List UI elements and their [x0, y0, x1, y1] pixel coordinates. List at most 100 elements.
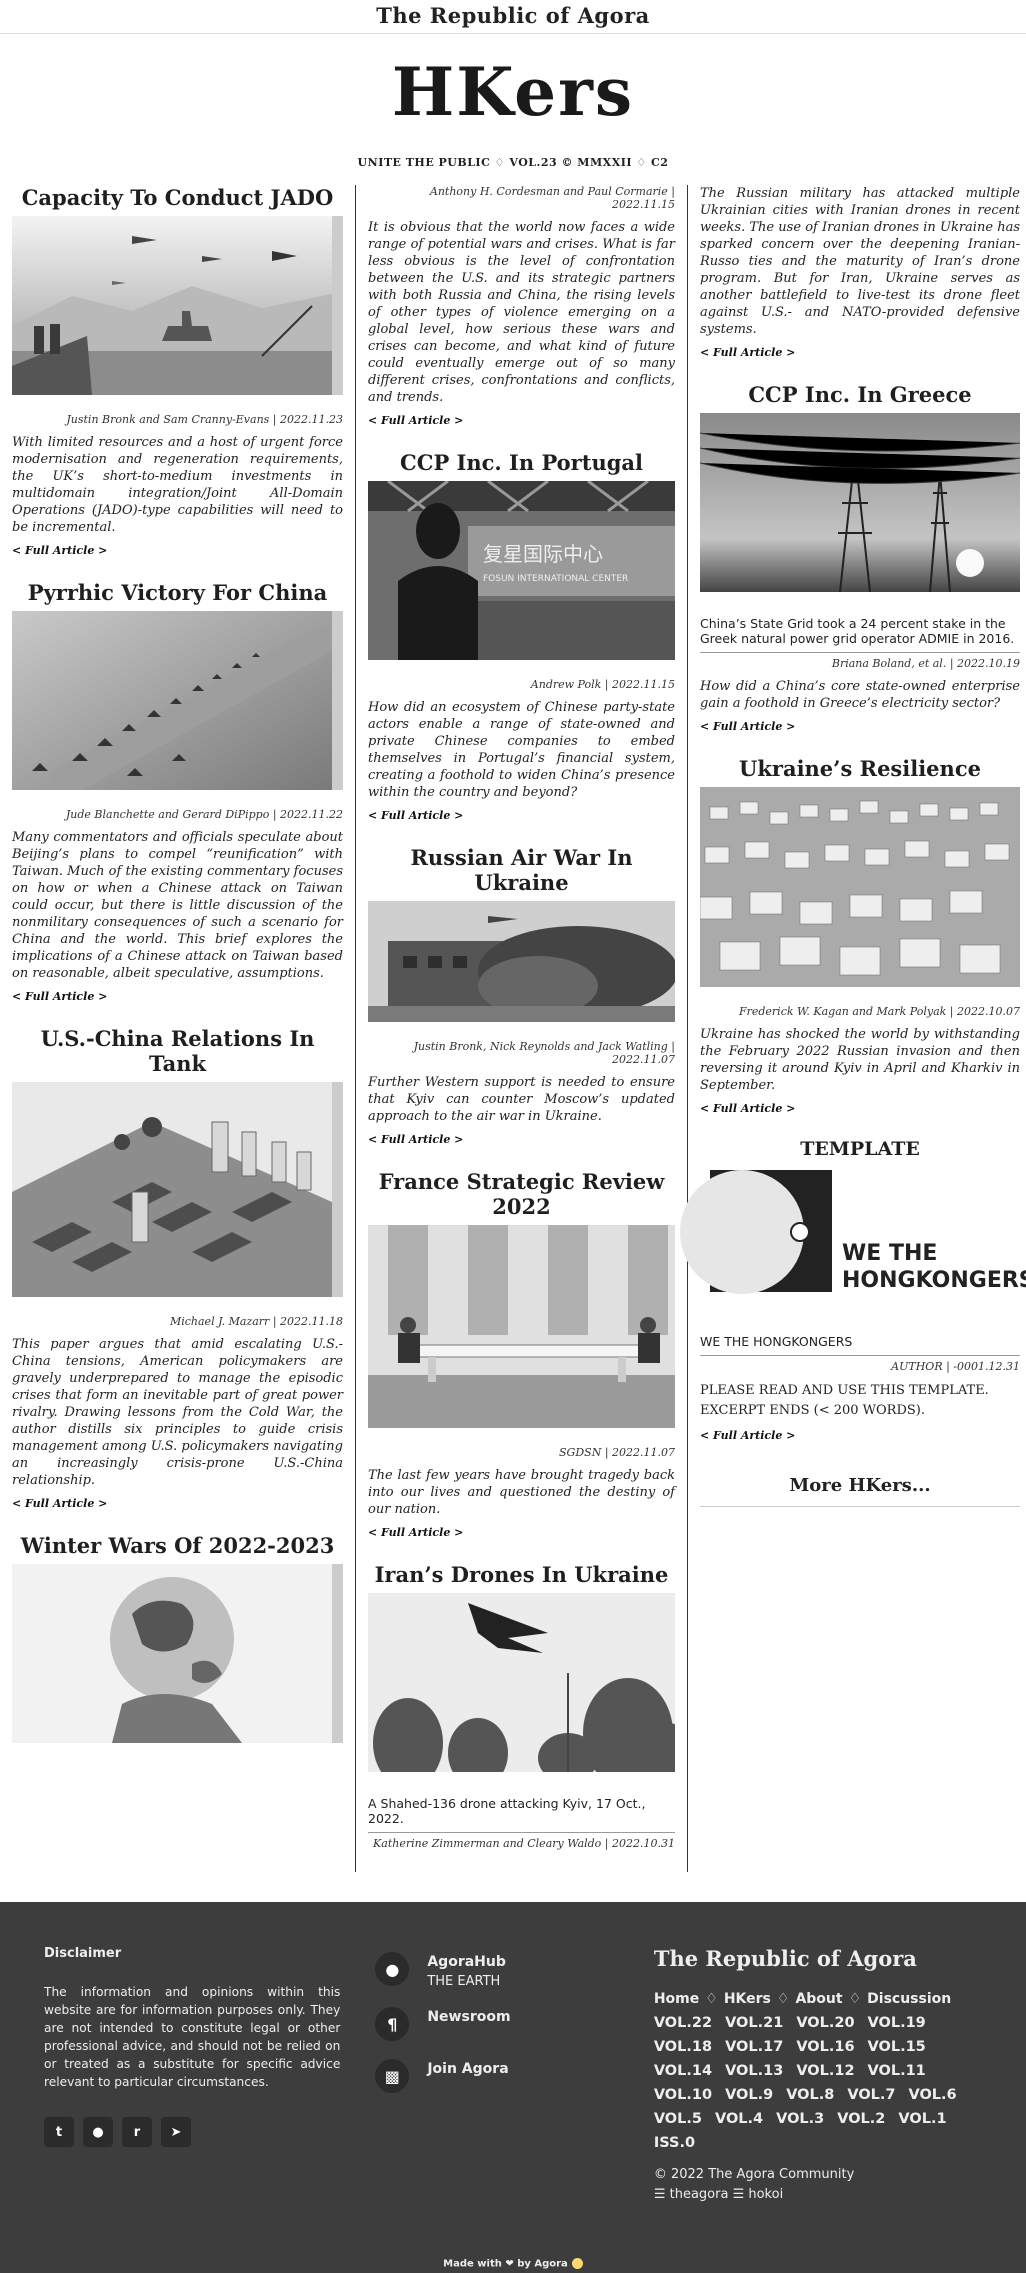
- vol-link[interactable]: VOL.6: [909, 2087, 957, 2103]
- shahed-drone-photo[interactable]: [368, 1593, 675, 1772]
- telegram-icon[interactable]: ➤: [161, 2117, 191, 2147]
- site-footer: Disclaimer The information and opinions …: [0, 1902, 1026, 2273]
- article-title[interactable]: France Strategic Review 2022: [368, 1169, 675, 1219]
- newsroom-link[interactable]: ¶ Newsroom: [375, 2007, 644, 2041]
- vol-link[interactable]: VOL.7: [847, 2087, 895, 2103]
- full-article-link[interactable]: < Full Article >: [368, 809, 463, 822]
- vol-link[interactable]: VOL.2: [837, 2111, 885, 2127]
- column-2: Anthony H. Cordesman and Paul Cormarie |…: [356, 185, 688, 1872]
- full-article-link[interactable]: < Full Article >: [12, 1497, 107, 1510]
- full-article-link[interactable]: < Full Article >: [368, 1133, 463, 1146]
- nav-home[interactable]: Home: [654, 1991, 699, 2007]
- article-title[interactable]: CCP Inc. In Portugal: [368, 450, 675, 475]
- column-3: The Russian military has attacked multip…: [680, 185, 1026, 1872]
- full-article-link[interactable]: < Full Article >: [368, 414, 463, 427]
- article-excerpt: The last few years have brought tragedy …: [368, 1468, 675, 1517]
- hkers-logo[interactable]: HKers: [0, 50, 1026, 134]
- smoke-strike-photo[interactable]: [368, 901, 675, 1022]
- vol-link[interactable]: VOL.5: [654, 2111, 702, 2127]
- article-title[interactable]: Iran’s Drones In Ukraine: [368, 1562, 675, 1587]
- fosun-building-photo[interactable]: 复星国际中心 FOSUN INTERNATIONAL CENTER: [368, 481, 675, 660]
- photo-caption: A Shahed-136 drone attacking Kyiv, 17 Oc…: [368, 1796, 675, 1833]
- twitter-icon[interactable]: t: [44, 2117, 74, 2147]
- copyright: © 2022 The Agora Community ☰ theagora ☰ …: [654, 2165, 982, 2205]
- nav-separator: ♢: [705, 1991, 718, 2007]
- kremlin-meeting-photo[interactable]: [368, 1225, 675, 1428]
- flags-field-photo[interactable]: [700, 787, 1020, 987]
- article-jado: Capacity To Conduct JADO Justin Bronk an…: [12, 185, 343, 558]
- full-article-link[interactable]: < Full Article >: [368, 1526, 463, 1539]
- more-hkers-link[interactable]: More HKers...: [700, 1465, 1020, 1507]
- agorahub-link[interactable]: ● AgoraHub THE EARTH: [375, 1952, 644, 1989]
- footer-brand[interactable]: The Republic of Agora: [654, 1946, 982, 1971]
- article-title[interactable]: Russian Air War In Ukraine: [368, 845, 675, 895]
- vol-link[interactable]: VOL.21: [725, 2015, 783, 2031]
- vol-link[interactable]: VOL.17: [725, 2039, 783, 2055]
- vol-link[interactable]: VOL.18: [654, 2039, 712, 2055]
- article-title[interactable]: CCP Inc. In Greece: [700, 382, 1020, 407]
- nav-hkers[interactable]: HKers: [724, 1991, 771, 2007]
- article-title[interactable]: Ukraine’s Resilience: [700, 756, 1020, 781]
- vol-link[interactable]: VOL.19: [868, 2015, 926, 2031]
- reddit-icon[interactable]: r: [122, 2117, 152, 2147]
- full-article-link[interactable]: < Full Article >: [700, 346, 795, 359]
- github-icon[interactable]: ●: [83, 2117, 113, 2147]
- vol-link[interactable]: VOL.20: [796, 2015, 854, 2031]
- vol-link[interactable]: VOL.22: [654, 2015, 712, 2031]
- article-excerpt: Many commentators and officials speculat…: [12, 830, 343, 981]
- vol-link[interactable]: VOL.3: [776, 2111, 824, 2127]
- article-byline: Justin Bronk, Nick Reynolds and Jack Wat…: [413, 1040, 675, 1066]
- article-ccp-portugal: CCP Inc. In Portugal 复星国际中心 FOSUN INTERN…: [368, 450, 675, 823]
- article-title[interactable]: U.S.-China Relations In Tank: [12, 1026, 343, 1076]
- full-article-link[interactable]: < Full Article >: [700, 720, 795, 733]
- logo-dot: [790, 1222, 810, 1242]
- article-wars-and-crises: Anthony H. Cordesman and Paul Cormarie |…: [368, 185, 675, 428]
- globe-hand-photo[interactable]: [12, 1564, 343, 1743]
- vol-link[interactable]: VOL.13: [725, 2063, 783, 2079]
- article-excerpt: The Russian military has attacked multip…: [700, 186, 1020, 337]
- vol-link[interactable]: ISS.0: [654, 2135, 695, 2151]
- vol-link[interactable]: VOL.8: [786, 2087, 834, 2103]
- article-byline: Michael J. Mazarr | 2022.11.18: [169, 1315, 343, 1328]
- vol-link[interactable]: VOL.11: [868, 2063, 926, 2079]
- site-brand-link[interactable]: The Republic of Agora: [376, 3, 650, 28]
- article-iran-drones-excerpt: The Russian military has attacked multip…: [700, 185, 1020, 360]
- chess-board-photo[interactable]: [12, 1082, 343, 1297]
- article-title[interactable]: Pyrrhic Victory For China: [12, 580, 343, 605]
- vol-link[interactable]: VOL.14: [654, 2063, 712, 2079]
- article-title[interactable]: TEMPLATE: [700, 1138, 1020, 1160]
- volume-links: VOL.22 VOL.21 VOL.20 VOL.19 VOL.18 VOL.1…: [654, 2015, 982, 2151]
- vol-link[interactable]: VOL.15: [868, 2039, 926, 2055]
- vol-link[interactable]: VOL.9: [725, 2087, 773, 2103]
- disclaimer-text: The information and opinions within this…: [44, 1985, 341, 2089]
- social-links: t ● r ➤: [44, 2117, 340, 2147]
- vol-link[interactable]: VOL.16: [796, 2039, 854, 2055]
- vol-link[interactable]: VOL.10: [654, 2087, 712, 2103]
- article-columns: Capacity To Conduct JADO Justin Bronk an…: [0, 185, 1026, 1872]
- article-france-review: France Strategic Review 2022 SGDSN | 202…: [368, 1169, 675, 1540]
- nav-discussion[interactable]: Discussion: [867, 1991, 951, 2007]
- beach-obstacles-photo[interactable]: [12, 611, 343, 790]
- article-byline: Katherine Zimmerman and Cleary Waldo | 2…: [373, 1837, 675, 1850]
- logo-text: WE THE HONGKONGERS: [842, 1241, 1026, 1293]
- photo-caption: China’s State Grid took a 24 percent sta…: [700, 616, 1020, 653]
- full-article-link[interactable]: < Full Article >: [700, 1429, 795, 1442]
- article-title[interactable]: Winter Wars Of 2022-2023: [12, 1533, 343, 1558]
- vol-link[interactable]: VOL.12: [796, 2063, 854, 2079]
- community-handles[interactable]: ☰ theagora ☰ hokoi: [654, 2185, 982, 2205]
- full-article-link[interactable]: < Full Article >: [12, 544, 107, 557]
- vol-link[interactable]: VOL.1: [898, 2111, 946, 2127]
- full-article-link[interactable]: < Full Article >: [700, 1102, 795, 1115]
- full-article-link[interactable]: < Full Article >: [12, 990, 107, 1003]
- article-byline: Justin Bronk and Sam Cranny-Evans | 2022…: [66, 413, 343, 426]
- join-agora-link[interactable]: ▩ Join Agora: [375, 2059, 644, 2093]
- we-the-hongkongers-logo[interactable]: WE THE HONGKONGERS: [680, 1170, 1026, 1310]
- military-exercise-photo[interactable]: [12, 216, 343, 395]
- article-template: TEMPLATE WE THE HONGKONGERS WE THE HONGK…: [680, 1138, 1026, 1443]
- article-excerpt: Further Western support is needed to ens…: [368, 1075, 675, 1124]
- vol-link[interactable]: VOL.4: [715, 2111, 763, 2127]
- article-title[interactable]: Capacity To Conduct JADO: [12, 185, 343, 210]
- issue-tagline: UNITE THE PUBLIC ♢ VOL.23 © MMXXII ♢ C2: [357, 156, 669, 169]
- power-pylons-photo[interactable]: [700, 413, 1020, 592]
- nav-about[interactable]: About: [795, 1991, 842, 2007]
